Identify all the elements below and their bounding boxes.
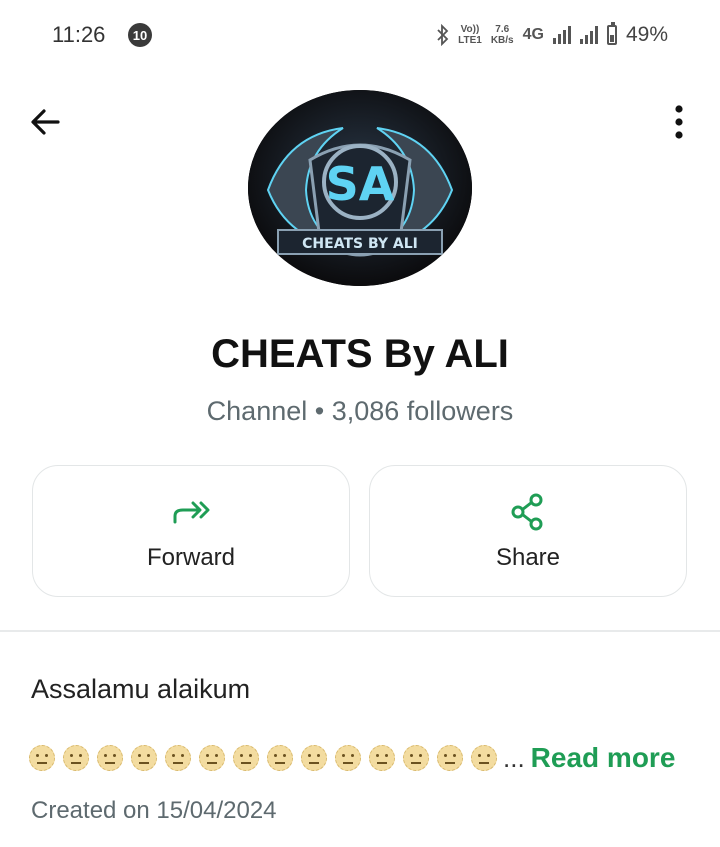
battery-icon	[606, 22, 617, 45]
neutral-face-emoji	[335, 745, 361, 771]
status-icons: Vo)) LTE1 7.6 KB/s 4G 49%	[437, 18, 668, 52]
neutral-face-emoji	[471, 745, 497, 771]
neutral-face-emoji	[29, 745, 55, 771]
neutral-face-emoji	[437, 745, 463, 771]
network-speed: 7.6 KB/s	[490, 24, 514, 46]
network-type: 4G	[522, 26, 544, 43]
more-vertical-icon[interactable]	[664, 100, 694, 144]
channel-subtitle[interactable]: Channel • 3,086 followers	[0, 396, 720, 427]
neutral-face-emoji	[63, 745, 89, 771]
neutral-face-emoji	[403, 745, 429, 771]
neutral-face-emoji	[267, 745, 293, 771]
battery-percent: 49%	[625, 23, 668, 46]
neutral-face-emoji	[369, 745, 395, 771]
description-greeting: Assalamu alaikum	[31, 674, 251, 704]
forward-icon	[173, 501, 210, 524]
forward-button[interactable]: Forward	[32, 465, 350, 597]
neutral-face-emoji	[233, 745, 259, 771]
share-label: Share	[495, 544, 561, 571]
avatar-banner-text: CHEATS BY ALI	[302, 236, 418, 252]
read-more-link[interactable]: Read more	[531, 742, 676, 774]
share-icon	[511, 493, 543, 531]
channel-avatar[interactable]: SA CHEATS BY ALI	[248, 90, 472, 286]
notification-count-badge: 10	[128, 23, 152, 47]
status-bar: 11:26 10 Vo)) LTE1 7.6 KB/s 4G 49%	[0, 0, 720, 72]
forward-label: Forward	[146, 544, 236, 571]
neutral-face-emoji	[131, 745, 157, 771]
neutral-face-emoji	[97, 745, 123, 771]
arrow-left-icon[interactable]	[26, 102, 66, 142]
channel-name: CHEATS By ALI	[211, 332, 509, 376]
avatar-monogram: SA	[326, 157, 395, 211]
section-divider	[0, 630, 720, 632]
created-date: Created on 15/04/2024	[31, 797, 277, 824]
volte-indicator: Vo)) LTE1	[458, 24, 482, 46]
clock: 11:26	[52, 22, 106, 47]
signal-strength-icon-1	[552, 26, 571, 44]
neutral-face-emoji	[301, 745, 327, 771]
description-emoji-row: ... Read more	[29, 742, 675, 774]
share-button[interactable]: Share	[369, 465, 687, 597]
signal-strength-icon-2	[579, 26, 598, 44]
neutral-face-emoji	[165, 745, 191, 771]
truncation-ellipsis: ...	[503, 742, 525, 773]
bluetooth-icon	[437, 24, 449, 46]
neutral-face-emoji	[199, 745, 225, 771]
